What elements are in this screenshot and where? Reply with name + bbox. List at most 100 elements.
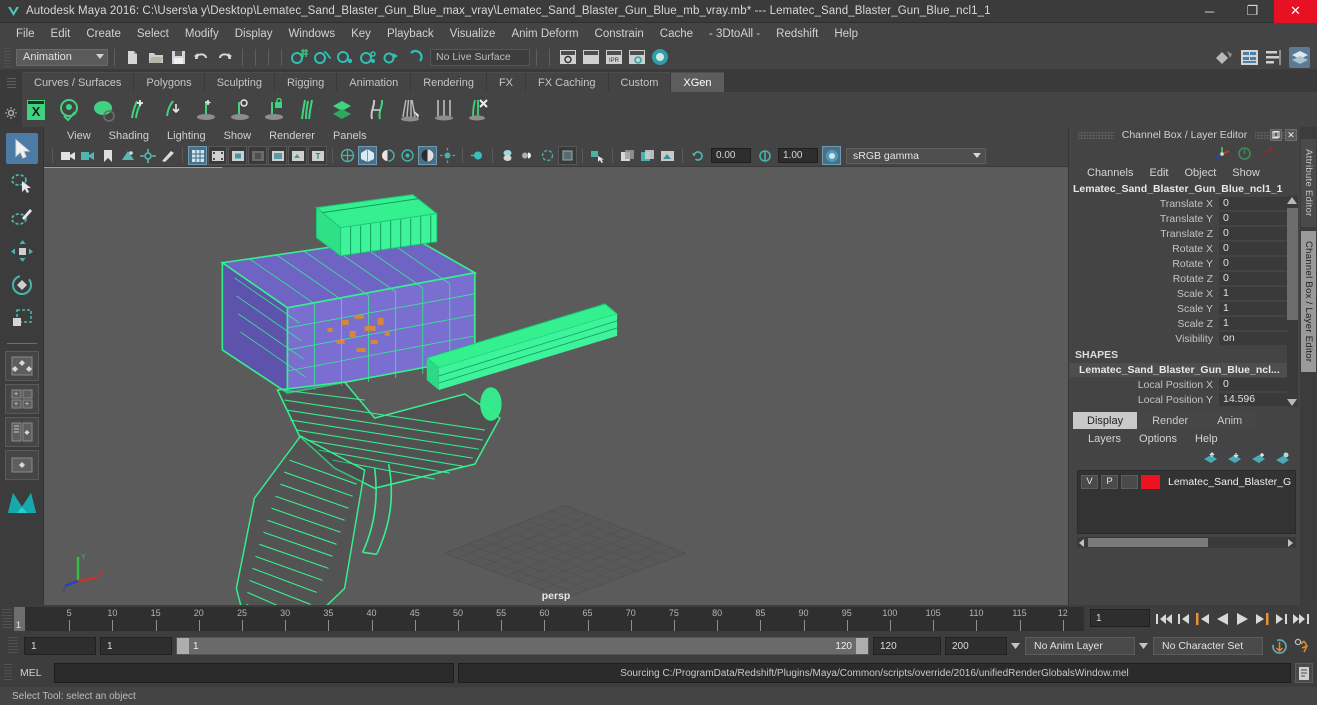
menu-select[interactable]: Select xyxy=(129,26,177,42)
xgen-add-guide-icon[interactable] xyxy=(124,96,152,124)
layer-create-from-selection-icon[interactable] xyxy=(1275,452,1290,465)
tab-render[interactable]: Render xyxy=(1138,412,1203,429)
scroll-right-icon[interactable] xyxy=(1288,538,1293,547)
layer-scroll-thumb[interactable] xyxy=(1088,538,1208,547)
gamma-value-field[interactable]: 1.00 xyxy=(778,148,818,163)
step-forward-keyframe-icon[interactable] xyxy=(1274,612,1287,626)
anim-layer-dropdown-arrow-icon[interactable] xyxy=(1011,643,1021,649)
shelf-tab-rendering[interactable]: Rendering xyxy=(411,72,486,92)
wireframe-shading-icon[interactable] xyxy=(338,146,357,165)
xray-mode-icon[interactable] xyxy=(498,146,517,165)
cb-menu-edit[interactable]: Edit xyxy=(1141,167,1176,179)
undo-icon[interactable] xyxy=(191,47,212,68)
character-set-selector[interactable]: No Character Set xyxy=(1153,637,1263,655)
cb-menu-object[interactable]: Object xyxy=(1176,167,1224,179)
shelf-tab-fx[interactable]: FX xyxy=(486,72,526,92)
gate-mask-icon[interactable] xyxy=(248,146,267,165)
animation-end-field[interactable]: 200 xyxy=(945,637,1007,655)
table-row[interactable]: Scale X 1 xyxy=(1069,286,1287,301)
layer-menu-layers[interactable]: Layers xyxy=(1079,433,1130,445)
range-right-handle[interactable] xyxy=(856,638,868,654)
attr-value[interactable]: 1 xyxy=(1219,316,1287,331)
color-profile-selector[interactable]: sRGB gamma xyxy=(846,147,986,164)
auto-keyframe-toggle-icon[interactable] xyxy=(1271,638,1288,655)
rotate-tool-icon[interactable] xyxy=(6,269,38,300)
quick-layout-hypergraph-icon[interactable] xyxy=(4,450,39,480)
xgen-sphere-icon[interactable] xyxy=(90,96,118,124)
attr-value[interactable]: 0 xyxy=(1219,271,1287,286)
use-all-lights-icon[interactable] xyxy=(398,146,417,165)
viewport-menu-panels[interactable]: Panels xyxy=(324,130,376,142)
render-settings-icon[interactable] xyxy=(626,47,647,68)
menu-visualize[interactable]: Visualize xyxy=(442,26,504,42)
tab-attribute-editor[interactable]: Attribute Editor xyxy=(1301,139,1316,227)
shelf-tab-rigging[interactable]: Rigging xyxy=(274,72,337,92)
statusline-grip[interactable] xyxy=(4,47,11,67)
table-row[interactable]: Translate Z 0 xyxy=(1069,226,1287,241)
shape-node-name[interactable]: Lematec_Sand_Blaster_Gun_Blue_ncl... xyxy=(1069,363,1287,377)
shaded-wireframe-icon[interactable] xyxy=(378,146,397,165)
shelf-tab-sculpting[interactable]: Sculpting xyxy=(204,72,274,92)
xgen-lock-guide-icon[interactable] xyxy=(260,96,288,124)
ambient-occlusion-icon[interactable] xyxy=(438,146,457,165)
shelf-tab-fx-caching[interactable]: FX Caching xyxy=(526,72,608,92)
layer-visibility-toggle[interactable]: V xyxy=(1081,474,1098,489)
maximize-button[interactable]: ❐ xyxy=(1231,0,1274,23)
cb-menu-channels[interactable]: Channels xyxy=(1079,167,1141,179)
animation-preferences-icon[interactable] xyxy=(1294,638,1311,655)
grease-pencil-icon[interactable] xyxy=(158,146,177,165)
xgen-guide-down-icon[interactable] xyxy=(158,96,186,124)
range-start-field[interactable]: 1 xyxy=(100,637,172,655)
close-button[interactable]: ✕ xyxy=(1274,0,1317,23)
smooth-shade-all-icon[interactable] xyxy=(358,146,377,165)
shadows-toggle-icon[interactable] xyxy=(418,146,437,165)
redo-render-icon[interactable] xyxy=(580,47,601,68)
viewport-menu-shading[interactable]: Shading xyxy=(100,130,158,142)
layer-display-type-toggle[interactable] xyxy=(1121,474,1138,489)
quick-layout-outliner-persp-icon[interactable] xyxy=(4,417,39,447)
magnet-toggle-icon[interactable] xyxy=(404,47,425,68)
time-slider[interactable]: 1 5 10 15 20 25 30 35 40 45 50 55 60 65 70 75 80 85 90 95 1… xyxy=(14,607,1084,631)
grid-toggle-icon[interactable] xyxy=(188,146,207,165)
attr-value[interactable]: 0 xyxy=(1219,377,1287,392)
attr-value[interactable]: 0 xyxy=(1219,241,1287,256)
quick-layout-four-view-icon[interactable]: + + + xyxy=(4,384,39,414)
tab-display[interactable]: Display xyxy=(1073,412,1138,429)
close-panel-icon[interactable]: ✕ xyxy=(1285,129,1297,141)
redo-icon[interactable] xyxy=(214,47,235,68)
exposure-value-field[interactable]: 0.00 xyxy=(711,148,751,163)
display-layer-list[interactable]: V P Lematec_Sand_Blaster_G xyxy=(1077,470,1296,534)
menu-redshift[interactable]: Redshift xyxy=(768,26,826,42)
scroll-left-icon[interactable] xyxy=(1079,538,1084,547)
viewport-menu-renderer[interactable]: Renderer xyxy=(260,130,324,142)
menu-anim-deform[interactable]: Anim Deform xyxy=(503,26,586,42)
color-management-toggle-icon[interactable] xyxy=(822,146,841,165)
current-frame-field[interactable]: 1 xyxy=(1090,609,1150,627)
tab-channel-box-layer-editor[interactable]: Channel Box / Layer Editor xyxy=(1301,230,1316,372)
anim-layer-selector[interactable]: No Anim Layer xyxy=(1025,637,1135,655)
step-back-frame-icon[interactable] xyxy=(1196,612,1211,626)
xgen-preview-icon[interactable] xyxy=(56,96,84,124)
motion-blur-icon[interactable] xyxy=(468,146,487,165)
range-left-handle[interactable] xyxy=(177,638,189,654)
move-tool-icon[interactable] xyxy=(6,235,38,266)
layer-color-swatch[interactable] xyxy=(1141,474,1160,489)
script-editor-icon[interactable] xyxy=(1295,663,1313,683)
go-to-end-icon[interactable] xyxy=(1292,612,1309,626)
hypershade-icon[interactable] xyxy=(649,47,670,68)
attr-value[interactable]: on xyxy=(1219,331,1287,346)
xgen-add-to-surface-icon[interactable] xyxy=(192,96,220,124)
table-row[interactable]: Rotate Y 0 xyxy=(1069,256,1287,271)
panel-drag-dots-left[interactable] xyxy=(1077,131,1114,139)
layer-create-empty-icon[interactable] xyxy=(1251,452,1266,465)
ipr-render-icon[interactable]: IPR xyxy=(603,47,624,68)
lay er-name[interactable]: Lematec_Sand_Blaster_G xyxy=(1163,476,1291,488)
shelf-tab-animation[interactable]: Animation xyxy=(337,72,411,92)
gamma-reset-icon[interactable] xyxy=(755,146,774,165)
character-set-dropdown-arrow-icon[interactable] xyxy=(1139,643,1149,649)
menu-file[interactable]: File xyxy=(8,26,43,42)
table-row[interactable]: Scale Y 1 xyxy=(1069,301,1287,316)
menu-key[interactable]: Key xyxy=(343,26,379,42)
image-plane-icon[interactable] xyxy=(118,146,137,165)
shelf-drag-handle[interactable] xyxy=(6,78,16,91)
